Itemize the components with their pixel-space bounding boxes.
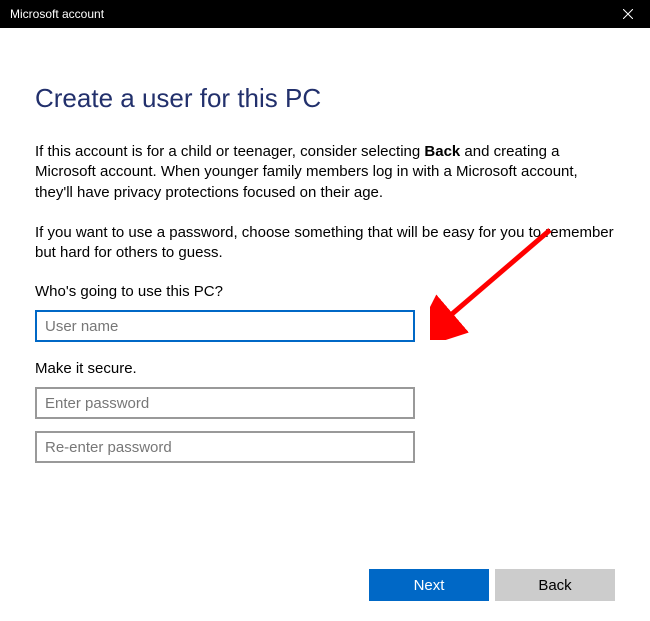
secure-section-label: Make it secure. — [35, 360, 615, 377]
password-confirm-input[interactable] — [35, 431, 415, 463]
close-icon — [623, 6, 633, 22]
description-1-bold: Back — [424, 143, 460, 160]
close-button[interactable] — [605, 0, 650, 28]
description-1-pre: If this account is for a child or teenag… — [35, 143, 424, 160]
username-section-label: Who's going to use this PC? — [35, 283, 615, 300]
description-2: If you want to use a password, choose so… — [35, 223, 615, 264]
next-button[interactable]: Next — [369, 569, 489, 601]
footer-buttons: Next Back — [369, 569, 615, 601]
window-title: Microsoft account — [10, 7, 104, 21]
password-group — [35, 387, 615, 463]
password-input[interactable] — [35, 387, 415, 419]
content-area: Create a user for this PC If this accoun… — [0, 28, 650, 463]
back-button[interactable]: Back — [495, 569, 615, 601]
page-title: Create a user for this PC — [35, 83, 615, 114]
description-1: If this account is for a child or teenag… — [35, 142, 615, 203]
username-input[interactable] — [35, 310, 415, 342]
titlebar: Microsoft account — [0, 0, 650, 28]
